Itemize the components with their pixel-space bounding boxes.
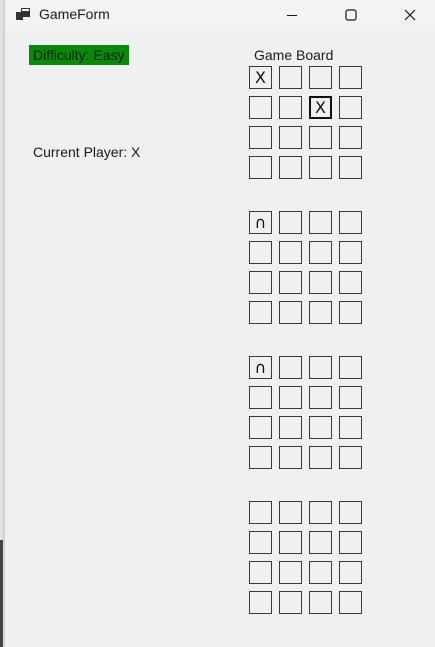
board-cell-l3-r1-c0[interactable] (249, 531, 272, 554)
game-form-window: GameForm Difficulty: Easy Current Player… (4, 0, 435, 647)
board-cell-l1-r0-c2[interactable] (309, 211, 332, 234)
difficulty-label: Difficulty: Easy (29, 45, 129, 65)
board-cell-l1-r2-c0[interactable] (249, 271, 272, 294)
board-cell-l0-r1-c3[interactable] (339, 96, 362, 119)
close-button[interactable] (387, 0, 433, 30)
minimize-button[interactable] (269, 0, 315, 30)
board-cell-l1-r2-c2[interactable] (309, 271, 332, 294)
maximize-button[interactable] (328, 0, 374, 30)
board-cell-l3-r0-c0[interactable] (249, 501, 272, 524)
board-cell-l1-r1-c3[interactable] (339, 241, 362, 264)
close-icon (404, 9, 416, 21)
board-cell-l1-r3-c0[interactable] (249, 301, 272, 324)
board-cell-l1-r3-c3[interactable] (339, 301, 362, 324)
board-cell-l0-r3-c2[interactable] (309, 156, 332, 179)
board-cell-l2-r1-c0[interactable] (249, 386, 272, 409)
board-cell-l1-r1-c0[interactable] (249, 241, 272, 264)
board-cell-l0-r2-c0[interactable] (249, 126, 272, 149)
board-cell-l3-r0-c1[interactable] (279, 501, 302, 524)
board-cell-l3-r3-c2[interactable] (309, 591, 332, 614)
board-cell-l2-r3-c1[interactable] (279, 446, 302, 469)
board-cell-l2-r2-c3[interactable] (339, 416, 362, 439)
board-cell-l2-r0-c1[interactable] (279, 356, 302, 379)
game-board-label: Game Board (254, 47, 334, 63)
board-cell-l3-r2-c2[interactable] (309, 561, 332, 584)
board-cell-l0-r0-c1[interactable] (279, 66, 302, 89)
board-cell-l0-r0-c0[interactable]: X (249, 66, 272, 89)
board-cell-l3-r2-c1[interactable] (279, 561, 302, 584)
board-cell-l3-r1-c2[interactable] (309, 531, 332, 554)
board-cell-l0-r0-c3[interactable] (339, 66, 362, 89)
board-cell-l1-r0-c1[interactable] (279, 211, 302, 234)
board-cell-l0-r3-c3[interactable] (339, 156, 362, 179)
board-cell-l1-r2-c3[interactable] (339, 271, 362, 294)
board-cell-l3-r3-c3[interactable] (339, 591, 362, 614)
maximize-icon (345, 9, 357, 21)
board-cell-l3-r2-c0[interactable] (249, 561, 272, 584)
current-player-label: Current Player: X (33, 144, 141, 160)
board-cell-l0-r2-c2[interactable] (309, 126, 332, 149)
board-cell-l2-r2-c2[interactable] (309, 416, 332, 439)
board-cell-l0-r2-c3[interactable] (339, 126, 362, 149)
board-cell-l1-r2-c1[interactable] (279, 271, 302, 294)
board-cell-l1-r1-c1[interactable] (279, 241, 302, 264)
board-cell-l2-r2-c0[interactable] (249, 416, 272, 439)
board-cell-l2-r3-c2[interactable] (309, 446, 332, 469)
board-cell-l2-r1-c3[interactable] (339, 386, 362, 409)
board-cell-l3-r1-c1[interactable] (279, 531, 302, 554)
board-cell-l2-r1-c1[interactable] (279, 386, 302, 409)
board-cell-l2-r3-c3[interactable] (339, 446, 362, 469)
board-cell-l2-r3-c0[interactable] (249, 446, 272, 469)
board-cell-l2-r1-c2[interactable] (309, 386, 332, 409)
board-cell-l0-r3-c1[interactable] (279, 156, 302, 179)
board-cell-l3-r2-c3[interactable] (339, 561, 362, 584)
board-cell-l2-r0-c2[interactable] (309, 356, 332, 379)
board-cell-l3-r0-c3[interactable] (339, 501, 362, 524)
desktop-edge-dark (0, 540, 3, 647)
window-title: GameForm (39, 6, 110, 22)
board-cell-l1-r1-c2[interactable] (309, 241, 332, 264)
board-cell-l0-r0-c2[interactable] (309, 66, 332, 89)
board-cell-l0-r3-c0[interactable] (249, 156, 272, 179)
title-bar[interactable]: GameForm (5, 0, 435, 30)
board-cell-l0-r2-c1[interactable] (279, 126, 302, 149)
board-cell-l0-r1-c2[interactable]: X (309, 96, 332, 119)
app-window-icon (16, 8, 30, 20)
board-cell-l3-r1-c3[interactable] (339, 531, 362, 554)
minimize-icon (287, 15, 297, 16)
board-cell-l1-r3-c1[interactable] (279, 301, 302, 324)
board-cell-l3-r3-c1[interactable] (279, 591, 302, 614)
board-cell-l2-r0-c3[interactable] (339, 356, 362, 379)
board-cell-l2-r2-c1[interactable] (279, 416, 302, 439)
board-cell-l1-r0-c0[interactable]: ∩ (249, 211, 272, 234)
board-cell-l3-r0-c2[interactable] (309, 501, 332, 524)
board-cell-l3-r3-c0[interactable] (249, 591, 272, 614)
board-cell-l1-r3-c2[interactable] (309, 301, 332, 324)
board-cell-l1-r0-c3[interactable] (339, 211, 362, 234)
board-cell-l2-r0-c0[interactable]: ∩ (249, 356, 272, 379)
board-cell-l0-r1-c1[interactable] (279, 96, 302, 119)
board-cell-l0-r1-c0[interactable] (249, 96, 272, 119)
